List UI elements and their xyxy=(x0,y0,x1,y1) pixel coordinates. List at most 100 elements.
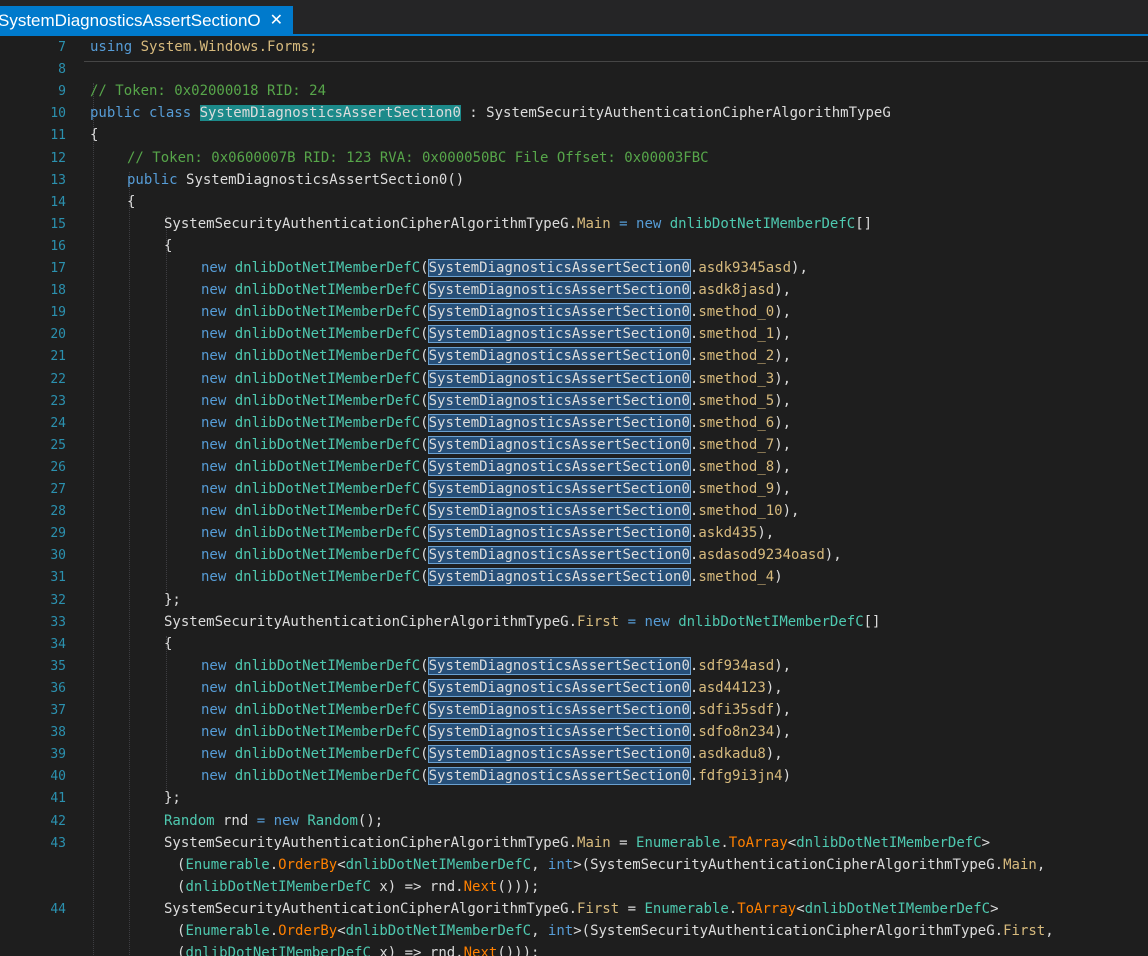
code-line: SystemSecurityAuthenticationCipherAlgori… xyxy=(164,216,872,232)
punctuation: ( xyxy=(420,679,429,696)
code-line: { xyxy=(90,127,98,143)
punctuation: < xyxy=(787,834,797,851)
keyword: new xyxy=(201,525,235,542)
type-name: Enumerable xyxy=(185,856,270,873)
punctuation: = xyxy=(610,834,637,851)
indent-guide xyxy=(93,83,94,956)
code-line: new dnlibDotNetIMemberDefC(SystemDiagnos… xyxy=(201,502,799,521)
type-name: Enumerable xyxy=(636,834,721,851)
code-line: new dnlibDotNetIMemberDefC(SystemDiagnos… xyxy=(201,767,792,786)
keyword: = new xyxy=(619,613,679,630)
type-name: dnlibDotNetIMemberDefC xyxy=(234,458,421,475)
code-line: new dnlibDotNetIMemberDefC(SystemDiagnos… xyxy=(201,568,783,587)
line-number: 14 xyxy=(50,194,66,210)
line-number: 7 xyxy=(58,40,66,55)
keyword: = new xyxy=(248,812,308,829)
code-line: public class SystemDiagnosticsAssertSect… xyxy=(90,105,891,122)
punctuation: < xyxy=(796,900,805,917)
punctuation: ( xyxy=(420,525,429,542)
keyword: public xyxy=(127,171,187,188)
punctuation: ), xyxy=(824,547,842,564)
code-line: new dnlibDotNetIMemberDefC(SystemDiagnos… xyxy=(201,369,792,388)
line-number: 8 xyxy=(58,62,66,78)
punctuation: : xyxy=(460,105,487,122)
punctuation: >( xyxy=(573,923,591,939)
line-number: 33 xyxy=(50,614,66,630)
punctuation: ( xyxy=(420,348,429,365)
parameter-name: x xyxy=(379,878,388,895)
document-tab[interactable]: SystemDiagnosticsAssertSectionO ✕ xyxy=(0,6,294,36)
punctuation: ) xyxy=(782,768,792,785)
code-line: public SystemDiagnosticsAssertSection0() xyxy=(127,172,464,188)
punctuation: ( xyxy=(420,260,429,276)
brace: { xyxy=(127,193,136,210)
punctuation: ), xyxy=(774,481,792,497)
line-number: 22 xyxy=(50,371,66,387)
keyword: new xyxy=(201,458,235,475)
class-reference-highlight: SystemDiagnosticsAssertSection0 xyxy=(427,369,691,388)
type-name: dnlibDotNetIMemberDefC xyxy=(234,702,421,718)
punctuation: ( xyxy=(420,702,429,718)
close-icon[interactable]: ✕ xyxy=(270,6,283,36)
punctuation: ( xyxy=(420,724,429,741)
base-type: SystemSecurityAuthenticationCipherAlgori… xyxy=(486,105,891,122)
punctuation: ())); xyxy=(497,878,540,895)
punctuation: . xyxy=(568,215,578,232)
member-name: fdfg9i3jn4 xyxy=(698,768,783,785)
class-reference-highlight: SystemDiagnosticsAssertSection0 xyxy=(427,457,691,476)
punctuation: ), xyxy=(774,436,792,453)
type-name: dnlibDotNetIMemberDefC xyxy=(234,547,421,564)
punctuation: ( xyxy=(420,370,429,387)
keyword: new xyxy=(201,724,235,741)
class-reference-highlight: SystemDiagnosticsAssertSection0 xyxy=(427,325,691,344)
punctuation: (); xyxy=(357,812,384,829)
field-name: Main xyxy=(577,834,611,851)
type-name: dnlibDotNetIMemberDefC xyxy=(234,525,421,542)
keyword: new xyxy=(201,569,235,586)
code-line: new dnlibDotNetIMemberDefC(SystemDiagnos… xyxy=(201,745,783,764)
field-name: First xyxy=(1003,923,1046,939)
code-line: new dnlibDotNetIMemberDefC(SystemDiagnos… xyxy=(201,524,774,543)
punctuation: ( xyxy=(420,414,429,431)
class-reference-highlight: SystemDiagnosticsAssertSection0 xyxy=(427,480,691,498)
keyword: new xyxy=(201,260,235,276)
code-line: new dnlibDotNetIMemberDefC(SystemDiagnos… xyxy=(201,678,783,697)
line-number: 36 xyxy=(50,680,66,696)
line-number: 27 xyxy=(50,482,66,497)
keyword: new xyxy=(201,304,235,321)
line-number: 12 xyxy=(50,150,66,166)
brace: }; xyxy=(164,790,181,807)
punctuation: . xyxy=(568,834,578,851)
punctuation: ), xyxy=(774,370,792,387)
type-name: Enumerable xyxy=(185,923,270,939)
keyword: new xyxy=(201,679,235,696)
type-name: dnlibDotNetIMemberDefC xyxy=(804,900,991,917)
method-name: ToArray xyxy=(737,900,797,917)
punctuation: , xyxy=(531,856,548,873)
type-name: dnlibDotNetIMemberDefC xyxy=(185,945,371,956)
punctuation: ), xyxy=(774,657,792,674)
class-reference-highlight: SystemDiagnosticsAssertSection0 xyxy=(427,568,691,587)
class-reference-highlight: SystemDiagnosticsAssertSection0 xyxy=(427,656,691,675)
line-number: 43 xyxy=(50,835,66,851)
punctuation: ( xyxy=(420,392,429,409)
line-number: 28 xyxy=(50,504,66,520)
code-line: (dnlibDotNetIMemberDefC x) => rnd.Next()… xyxy=(177,945,539,956)
class-reference-highlight: SystemDiagnosticsAssertSection0 xyxy=(427,435,691,454)
line-number: 17 xyxy=(50,261,66,276)
line-number: 44 xyxy=(50,901,66,917)
code-line: Random rnd = new Random(); xyxy=(164,813,383,829)
punctuation: ), xyxy=(774,282,792,299)
line-number: 15 xyxy=(50,216,66,232)
code-line: new dnlibDotNetIMemberDefC(SystemDiagnos… xyxy=(201,457,791,476)
punctuation: () xyxy=(447,171,465,188)
class-reference-highlight: SystemDiagnosticsAssertSection0 xyxy=(427,701,691,719)
keyword: new xyxy=(201,547,235,564)
code-line: new dnlibDotNetIMemberDefC(SystemDiagnos… xyxy=(201,656,792,675)
punctuation: ), xyxy=(774,724,792,741)
code-editor[interactable]: 7 8 9 10 11 12 13 14 15 16 17 18 19 20 21 22 23 24 25 26 27 2… xyxy=(0,36,1148,956)
code-line: }; xyxy=(164,592,181,608)
type-name: dnlibDotNetIMemberDefC xyxy=(234,282,421,299)
class-reference-highlight: SystemDiagnosticsAssertSection0 xyxy=(427,413,691,432)
line-number: 23 xyxy=(50,393,66,409)
